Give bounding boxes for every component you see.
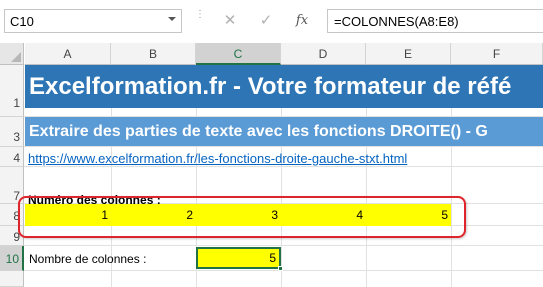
tutorial-link[interactable]: https://www.excelformation.fr/les-foncti… (28, 151, 407, 166)
callout-highlight (18, 196, 466, 238)
insert-function-button[interactable]: fx (288, 9, 316, 33)
gridline (24, 245, 543, 246)
row-header-3[interactable]: 3 (0, 117, 24, 147)
column-header-a[interactable]: A (25, 43, 111, 65)
name-box[interactable]: C10 (4, 9, 182, 33)
enter-button[interactable]: ✓ (252, 9, 280, 33)
column-header-d[interactable]: D (281, 43, 366, 65)
column-count-label[interactable]: Nombre de colonnes : (29, 252, 146, 266)
formula-bar-grip-icon[interactable]: ⋮ (195, 10, 205, 30)
title-banner[interactable]: Excelformation.fr - Votre formateur de r… (25, 65, 543, 108)
formula-input[interactable]: =COLONNES(A8:E8) (327, 9, 543, 33)
row-header-11[interactable] (0, 271, 24, 287)
row-header-1[interactable]: 1 (0, 65, 24, 117)
active-cell-c10[interactable]: 5 (196, 247, 281, 269)
subtitle-banner[interactable]: Extraire des parties de texte avec les f… (25, 117, 543, 146)
row-header-4[interactable]: 4 (0, 147, 24, 167)
gridline (24, 166, 543, 167)
fill-handle[interactable] (278, 266, 283, 271)
column-header-f[interactable]: F (451, 43, 543, 65)
cancel-button[interactable]: ✕ (216, 9, 244, 33)
select-all-icon (11, 52, 21, 62)
gridline (24, 270, 543, 271)
gridline (24, 146, 543, 147)
column-header-e[interactable]: E (366, 43, 451, 65)
name-box-dropdown-icon[interactable] (168, 17, 176, 21)
column-header-b[interactable]: B (111, 43, 196, 65)
row-header-10[interactable]: 10 (0, 246, 24, 271)
column-header-c[interactable]: C (196, 43, 281, 65)
